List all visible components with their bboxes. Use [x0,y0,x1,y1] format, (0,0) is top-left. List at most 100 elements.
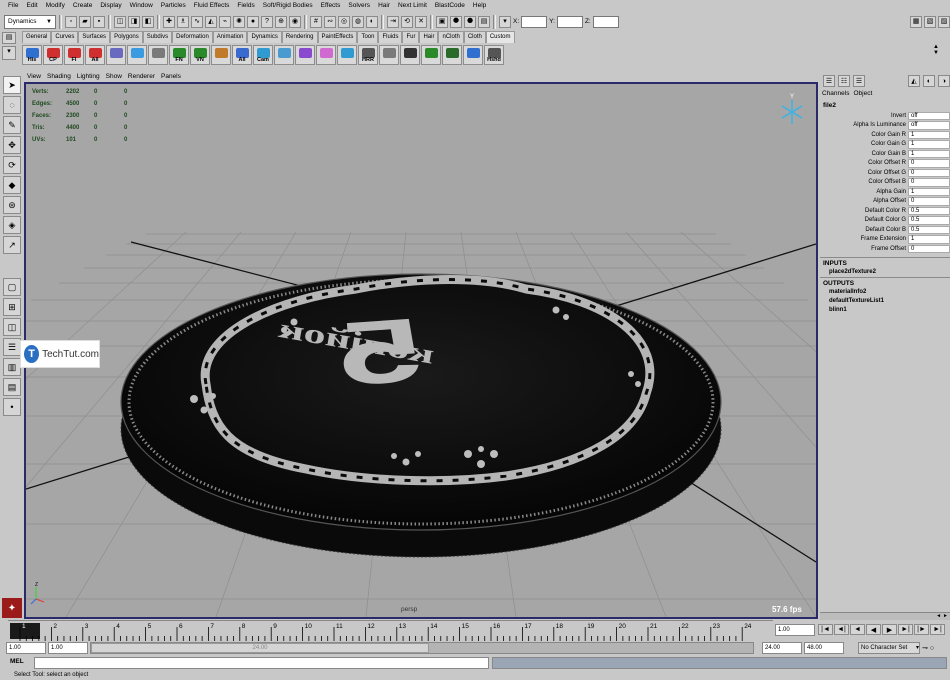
attribute-row[interactable]: Default Color G 0.5 [820,216,950,226]
viewport-menu-view[interactable]: View [24,72,44,82]
paint-select-icon[interactable]: ✎ [3,116,21,134]
attribute-row[interactable]: Frame Extension 1 [820,235,950,245]
attribute-value[interactable]: off [908,111,950,120]
attribute-row[interactable]: Frame Offset 0 [820,244,950,254]
input-field-type-icon[interactable]: ▾ [499,15,511,28]
channel-layer-icon[interactable]: ☷ [838,75,850,87]
x-field[interactable] [521,15,548,28]
shelf-options-icon[interactable]: ▤ [2,32,16,44]
attribute-row[interactable]: Alpha Offset 0 [820,197,950,207]
shelf-tab-custom[interactable]: Custom [485,31,515,43]
input-output-icon[interactable]: ⇥ [387,15,399,28]
outliner-pane-icon[interactable]: ☰ [3,338,21,356]
shelf-button-20[interactable] [442,45,462,65]
output-node[interactable]: defaultTextureList1 [820,297,950,306]
shelf-tab-ncloth[interactable]: nCloth [438,31,464,43]
attribute-row[interactable]: Alpha Gain 1 [820,187,950,197]
rotate-tool-icon[interactable]: ⟳ [3,156,21,174]
make-live-icon[interactable]: ◐ [366,15,378,28]
attribute-row[interactable]: Invert off [820,111,950,121]
select-misc-icon[interactable]: ? [261,15,273,28]
channel-extra-icon[interactable]: ☰ [853,75,865,87]
select-hierarchy-icon[interactable]: ◫ [114,15,126,28]
go-to-end-icon[interactable]: ►| [930,624,945,635]
attribute-row[interactable]: Default Color B 0.5 [820,225,950,235]
toggle-layer-editor-icon[interactable]: ▨ [938,15,950,28]
attribute-row[interactable]: Color Offset B0 [820,178,950,188]
shelf-tab-dynamics[interactable]: Dynamics [247,31,282,43]
shelf-button-6[interactable] [148,45,168,65]
shelf-tab-curves[interactable]: Curves [51,31,79,43]
menu-next-limit[interactable]: Next Limit [394,0,431,11]
shelf-button-12[interactable] [274,45,294,65]
select-handles-icon[interactable]: ✚ [163,15,175,28]
two-pane-icon[interactable]: ◫ [3,318,21,336]
step-back-key-icon[interactable]: ◄ [850,624,865,635]
input-node[interactable]: place2dTexture2 [820,268,950,277]
shelf-tab-fur[interactable]: Fur [402,31,420,43]
select-deformations-icon[interactable]: ⌁ [219,15,231,28]
attribute-row[interactable]: Color Offset G0 [820,168,950,178]
viewport-menu-renderer[interactable]: Renderer [125,72,158,82]
step-back-icon[interactable]: ◄| [834,624,849,635]
shelf-button-9[interactable] [211,45,231,65]
menu-window[interactable]: Window [126,0,157,11]
menu-help[interactable]: Help [469,0,490,11]
render-settings-icon[interactable]: ▤ [478,15,490,28]
auto-key-icon[interactable]: ○ [930,645,934,652]
attribute-value[interactable]: 0 [908,244,950,253]
shelf-tab-cloth[interactable]: Cloth [463,31,486,43]
menu-blastcode[interactable]: BlastCode [431,0,469,11]
four-pane-icon[interactable]: ⊞ [3,298,21,316]
shelf-button-7[interactable]: FN [169,45,189,65]
shelf-tab-general[interactable]: General [22,31,52,43]
move-tool-icon[interactable]: ✥ [3,136,21,154]
current-time-field[interactable]: 1.00 [775,624,815,636]
viewport-menu-panels[interactable]: Panels [158,72,184,82]
menu-edit[interactable]: Edit [22,0,41,11]
snap-curve-icon[interactable]: ∾ [324,15,336,28]
attribute-value[interactable]: 1 [908,149,950,158]
lasso-tool-icon[interactable]: ◌ [3,96,21,114]
open-scene-icon[interactable]: ▰ [79,15,91,28]
channel-menu-channels[interactable]: Channels [822,90,849,100]
attribute-value[interactable]: 0 [908,197,950,206]
shelf-tab-fluids[interactable]: Fluids [378,31,403,43]
channel-list-icon[interactable]: ☰ [823,75,835,87]
shelf-button-17[interactable] [379,45,399,65]
manipulator-icon[interactable]: ⊛ [3,196,21,214]
menu-particles[interactable]: Particles [157,0,190,11]
shelf-tab-polygons[interactable]: Polygons [110,31,143,43]
shelf-tab-hair[interactable]: Hair [419,31,439,43]
command-input[interactable] [34,657,489,669]
shelf-button-15[interactable] [337,45,357,65]
new-scene-icon[interactable]: ▫ [65,15,77,28]
attribute-value[interactable]: 0.5 [908,216,950,225]
select-component-icon[interactable]: ◧ [142,15,154,28]
attribute-row[interactable]: Alpha Is Luminance off [820,121,950,131]
attribute-value[interactable]: 0 [908,178,950,187]
shelf-button-5[interactable] [127,45,147,65]
channel-layout-a-icon[interactable]: ◭ [908,75,920,87]
viewport-menu-lighting[interactable]: Lighting [74,72,103,82]
attribute-value[interactable]: 1 [908,140,950,149]
shelf-button-4[interactable] [106,45,126,65]
menu-effects[interactable]: Effects [317,0,345,11]
range-slider[interactable]: 24.00 [90,642,754,654]
single-pane-icon[interactable]: ▢ [3,278,21,296]
shelf-button-16[interactable]: HRR [358,45,378,65]
scale-tool-icon[interactable]: ◆ [3,176,21,194]
channel-layout-c-icon[interactable]: ◑ [938,75,950,87]
menu-solvers[interactable]: Solvers [344,0,374,11]
disable-history-icon[interactable]: ✕ [415,15,427,28]
step-forward-icon[interactable]: |► [914,624,929,635]
go-to-start-icon[interactable]: |◄ [818,624,833,635]
object-name[interactable]: file2 [820,101,950,111]
play-forward-icon[interactable]: ▶ [882,624,897,635]
shelf-tab-toon[interactable]: Toon [357,31,379,43]
z-field[interactable] [592,15,619,28]
output-node[interactable]: blinn1 [820,306,950,315]
snap-grid-icon[interactable]: # [310,15,322,28]
attribute-row[interactable]: Color Gain G1 [820,140,950,150]
render-view-icon[interactable]: ▣ [436,15,448,28]
